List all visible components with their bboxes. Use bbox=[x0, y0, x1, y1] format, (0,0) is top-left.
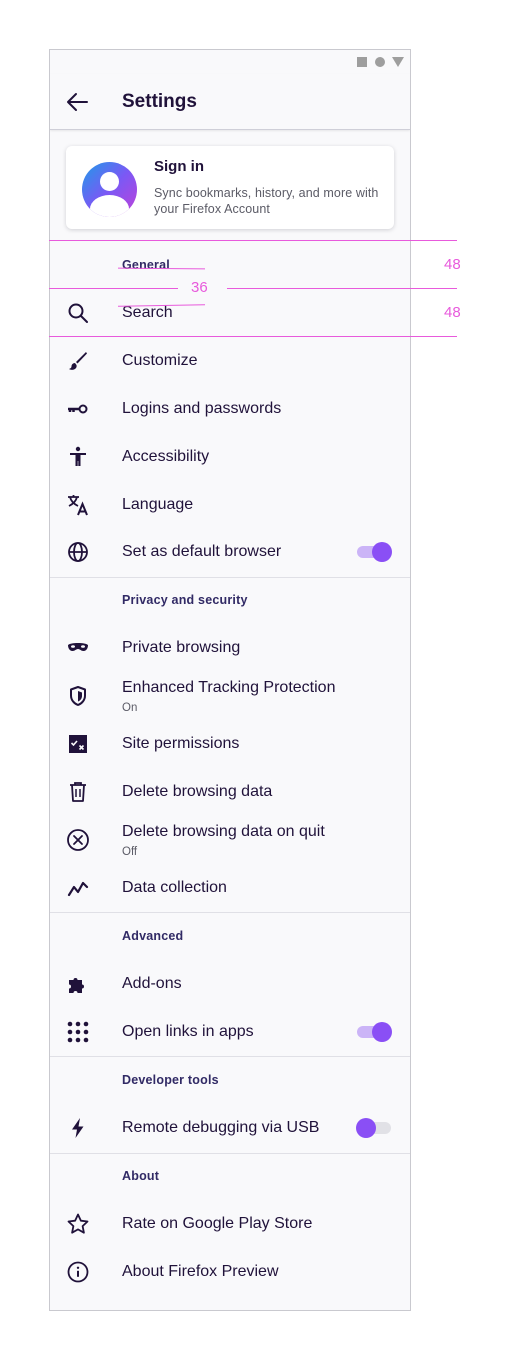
section-header-about: About bbox=[122, 1169, 160, 1183]
triangle-icon bbox=[392, 57, 404, 67]
settings-item-open-links[interactable]: Open links in apps bbox=[50, 1008, 410, 1056]
brush-icon bbox=[66, 349, 90, 373]
settings-item-remote-debugging[interactable]: Remote debugging via USB bbox=[50, 1104, 410, 1152]
settings-screen: Settings Sign in Sync bookmarks, history… bbox=[49, 49, 411, 1311]
header-height-annotation: 48 bbox=[444, 256, 461, 273]
settings-item-data-collection[interactable]: Data collection bbox=[50, 864, 410, 912]
row-height-annotation: 48 bbox=[444, 304, 461, 321]
shield-icon bbox=[66, 684, 90, 708]
settings-item-label: Add-ons bbox=[122, 975, 182, 992]
chart-line-icon bbox=[66, 876, 90, 900]
settings-item-tracking-protection[interactable]: Enhanced Tracking Protection On bbox=[50, 672, 410, 720]
section-header-general: General bbox=[122, 258, 170, 272]
settings-item-language[interactable]: Language bbox=[50, 481, 410, 529]
settings-item-label: Search bbox=[122, 304, 173, 321]
settings-item-rate[interactable]: Rate on Google Play Store bbox=[50, 1200, 410, 1248]
settings-item-summary: Off bbox=[122, 846, 138, 858]
settings-item-search[interactable]: Search bbox=[50, 289, 410, 337]
puzzle-icon bbox=[66, 972, 90, 996]
settings-item-site-permissions[interactable]: Site permissions bbox=[50, 720, 410, 768]
redline-top bbox=[49, 240, 457, 241]
divider bbox=[50, 1153, 410, 1154]
settings-item-default-browser[interactable]: Set as default browser bbox=[50, 528, 410, 576]
sign-in-description: Sync bookmarks, history, and more with y… bbox=[154, 186, 379, 216]
back-button[interactable] bbox=[64, 88, 92, 116]
settings-item-label: Data collection bbox=[122, 879, 227, 896]
settings-item-about[interactable]: About Firefox Preview bbox=[50, 1248, 410, 1296]
key-icon bbox=[66, 397, 90, 421]
settings-item-customize[interactable]: Customize bbox=[50, 337, 410, 385]
settings-item-label: Set as default browser bbox=[122, 543, 282, 560]
section-header-privacy: Privacy and security bbox=[122, 593, 248, 607]
sign-in-card[interactable]: Sign in Sync bookmarks, history, and mor… bbox=[66, 146, 394, 229]
sign-in-title: Sign in bbox=[154, 158, 204, 175]
settings-item-label: Remote debugging via USB bbox=[122, 1119, 320, 1136]
redline-bottom bbox=[49, 336, 457, 337]
settings-item-add-ons[interactable]: Add-ons bbox=[50, 960, 410, 1008]
gap-annotation: 36 bbox=[191, 279, 208, 296]
settings-item-label: Customize bbox=[122, 352, 198, 369]
circle-x-icon bbox=[66, 828, 90, 852]
star-icon bbox=[66, 1212, 90, 1236]
settings-item-label: Delete browsing data bbox=[122, 783, 273, 800]
info-icon bbox=[66, 1260, 90, 1284]
apps-grid-icon bbox=[66, 1020, 90, 1044]
settings-item-private-browsing[interactable]: Private browsing bbox=[50, 624, 410, 672]
open-links-toggle[interactable] bbox=[356, 1022, 392, 1042]
square-icon bbox=[357, 57, 367, 67]
permissions-icon bbox=[66, 732, 90, 756]
section-header-advanced: Advanced bbox=[122, 929, 184, 943]
default-browser-toggle[interactable] bbox=[356, 542, 392, 562]
account-avatar-icon bbox=[82, 162, 137, 217]
redline-middle-right bbox=[227, 288, 457, 289]
arrow-left-icon bbox=[67, 93, 88, 111]
settings-item-delete-on-quit[interactable]: Delete browsing data on quit Off bbox=[50, 816, 410, 864]
divider bbox=[50, 1056, 410, 1057]
settings-item-label: Delete browsing data on quit bbox=[122, 823, 325, 840]
settings-item-label: About Firefox Preview bbox=[122, 1263, 279, 1280]
settings-item-label: Logins and passwords bbox=[122, 400, 282, 417]
status-bar bbox=[50, 50, 410, 74]
settings-item-label: Open links in apps bbox=[122, 1023, 254, 1040]
settings-item-delete-data[interactable]: Delete browsing data bbox=[50, 768, 410, 816]
settings-item-accessibility[interactable]: Accessibility bbox=[50, 433, 410, 481]
settings-item-summary: On bbox=[122, 702, 138, 714]
search-icon bbox=[66, 301, 90, 325]
settings-item-logins[interactable]: Logins and passwords bbox=[50, 385, 410, 433]
settings-item-label: Enhanced Tracking Protection bbox=[122, 679, 336, 696]
bolt-icon bbox=[66, 1116, 90, 1140]
remote-debugging-toggle[interactable] bbox=[356, 1118, 392, 1138]
settings-item-label: Rate on Google Play Store bbox=[122, 1215, 313, 1232]
accessibility-icon bbox=[66, 445, 90, 469]
trash-icon bbox=[66, 780, 90, 804]
circle-icon bbox=[375, 57, 385, 67]
translate-icon bbox=[66, 493, 90, 517]
redline-middle-left bbox=[49, 288, 178, 289]
divider bbox=[50, 912, 410, 913]
mask-icon bbox=[66, 636, 90, 660]
globe-icon bbox=[66, 540, 90, 564]
settings-item-label: Language bbox=[122, 496, 194, 513]
settings-item-label: Site permissions bbox=[122, 735, 240, 752]
settings-item-label: Private browsing bbox=[122, 639, 241, 656]
divider bbox=[50, 577, 410, 578]
section-header-developer: Developer tools bbox=[122, 1073, 219, 1087]
settings-item-label: Accessibility bbox=[122, 448, 210, 465]
toolbar: Settings bbox=[50, 74, 410, 130]
page-title: Settings bbox=[122, 91, 197, 112]
